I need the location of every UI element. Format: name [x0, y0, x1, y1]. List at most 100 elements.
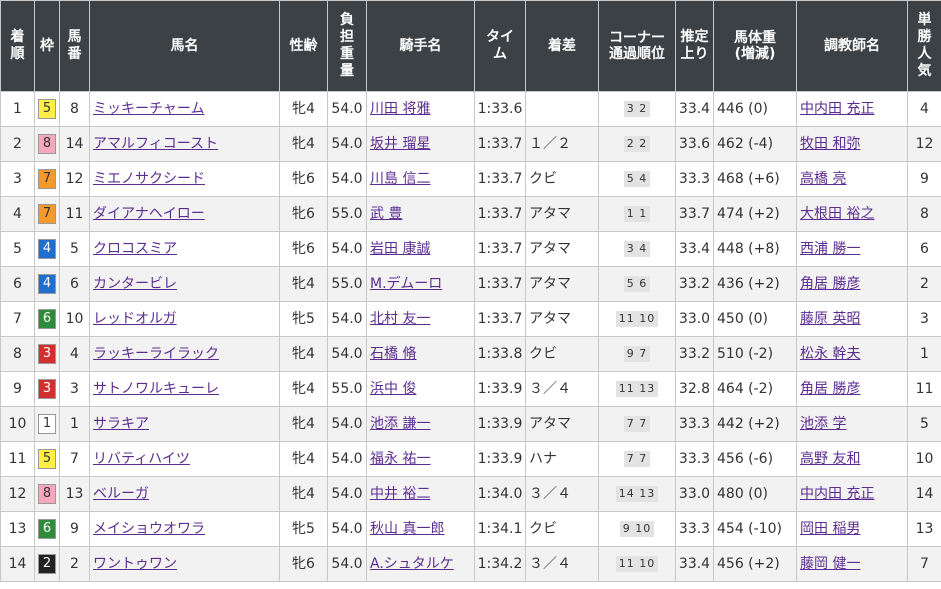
horse-name-link[interactable]: カンタービレ [93, 276, 177, 292]
waku-cell: 3 [34, 371, 60, 407]
trainer-name-link[interactable]: 角居 勝彦 [800, 381, 860, 397]
corner-positions: 9 10 [619, 521, 655, 537]
umaban-cell: 12 [59, 161, 90, 197]
corner-cell: 9 10 [598, 511, 676, 547]
jockey-name-link[interactable]: 武 豊 [370, 206, 402, 222]
waku-cell: 5 [34, 441, 60, 477]
popularity-cell: 11 [907, 371, 941, 407]
horse-name-link[interactable]: サラキア [93, 416, 149, 432]
popularity-cell: 1 [907, 336, 941, 372]
jockey-name-link[interactable]: 川島 信二 [370, 171, 430, 187]
horse-cell: アマルフィコースト [89, 126, 280, 162]
jockey-name-link[interactable]: 石橋 脩 [370, 346, 416, 362]
umaban-cell: 14 [59, 126, 90, 162]
corner-positions: 5 6 [623, 276, 651, 292]
horse-name-link[interactable]: メイショウオワラ [93, 521, 205, 537]
margin-cell: ３／４ [525, 371, 599, 407]
horse-name-link[interactable]: アマルフィコースト [93, 136, 218, 152]
rank-cell: 6 [0, 266, 35, 302]
rank-cell: 7 [0, 301, 35, 337]
header-corner: コーナー 通過順位 [598, 0, 676, 92]
trainer-name-link[interactable]: 高橋 亮 [800, 171, 846, 187]
corner-positions: 11 10 [615, 556, 659, 572]
waku-cell: 5 [34, 91, 60, 127]
waku-badge: 1 [38, 414, 56, 434]
body-weight-cell: 474 (+2) [713, 196, 797, 232]
time-cell: 1:33.7 [474, 126, 526, 162]
trainer-name-link[interactable]: 中内田 充正 [800, 486, 874, 502]
jockey-name-link[interactable]: 池添 謙一 [370, 416, 430, 432]
jockey-name-link[interactable]: 中井 裕二 [370, 486, 430, 502]
jockey-name-link[interactable]: 福永 祐一 [370, 451, 430, 467]
jockey-name-link[interactable]: 岩田 康誠 [370, 241, 430, 257]
jockey-name-link[interactable]: 浜中 俊 [370, 381, 416, 397]
umaban-cell: 1 [59, 406, 90, 442]
horse-cell: ベルーガ [89, 476, 280, 512]
horse-name-link[interactable]: クロコスミア [93, 241, 177, 257]
table-row: 12 8 13 ベルーガ 牝4 54.0 中井 裕二 1:34.0 ３／４ 14 13 33.0 48… [0, 476, 941, 512]
jockey-cell: 岩田 康誠 [366, 231, 475, 267]
margin-cell [525, 91, 599, 127]
horse-name-link[interactable]: ベルーガ [93, 486, 149, 502]
trainer-name-link[interactable]: 池添 学 [800, 416, 846, 432]
margin-cell: アタマ [525, 196, 599, 232]
header-horse: 馬名 [89, 0, 280, 92]
umaban-cell: 11 [59, 196, 90, 232]
weight-carried-cell: 54.0 [327, 336, 367, 372]
margin-cell: １／２ [525, 126, 599, 162]
time-cell: 1:33.7 [474, 301, 526, 337]
body-weight-cell: 450 (0) [713, 301, 797, 337]
waku-badge: 6 [38, 519, 56, 539]
trainer-name-link[interactable]: 高野 友和 [800, 451, 860, 467]
jockey-name-link[interactable]: 坂井 瑠星 [370, 136, 430, 152]
last3f-cell: 33.3 [675, 511, 714, 547]
horse-name-link[interactable]: ミエノサクシード [93, 171, 205, 187]
jockey-cell: 川島 信二 [366, 161, 475, 197]
horse-name-link[interactable]: サトノワルキューレ [93, 381, 219, 397]
table-row: 8 3 4 ラッキーライラック 牝4 54.0 石橋 脩 1:33.8 クビ 9 7 33.2 510… [0, 336, 941, 372]
trainer-name-link[interactable]: 中内田 充正 [800, 101, 874, 117]
header-row: 着順 枠 馬番 馬名 性齢 負担重量 騎手名 タイム 着差 コーナー 通過順位 推… [0, 0, 941, 92]
corner-positions: 1 1 [623, 206, 651, 222]
jockey-name-link[interactable]: M.デムーロ [370, 276, 442, 292]
trainer-cell: 中内田 充正 [796, 91, 908, 127]
horse-cell: ワントゥワン [89, 546, 280, 582]
trainer-name-link[interactable]: 岡田 稲男 [800, 521, 860, 537]
horse-name-link[interactable]: リバティハイツ [93, 451, 190, 467]
trainer-name-link[interactable]: 牧田 和弥 [800, 136, 860, 152]
trainer-name-link[interactable]: 西浦 勝一 [800, 241, 860, 257]
horse-name-link[interactable]: ワントゥワン [93, 556, 177, 572]
jockey-name-link[interactable]: 北村 友一 [370, 311, 430, 327]
trainer-name-link[interactable]: 藤原 英昭 [800, 311, 860, 327]
umaban-cell: 5 [59, 231, 90, 267]
trainer-name-link[interactable]: 藤岡 健一 [800, 556, 860, 572]
jockey-name-link[interactable]: 秋山 真一郎 [370, 521, 444, 537]
horse-name-link[interactable]: ダイアナヘイロー [93, 206, 205, 222]
body-weight-cell: 468 (+6) [713, 161, 797, 197]
header-sexage: 性齢 [279, 0, 328, 92]
horse-name-link[interactable]: ミッキーチャーム [93, 101, 204, 117]
weight-carried-cell: 55.0 [327, 266, 367, 302]
jockey-cell: 池添 謙一 [366, 406, 475, 442]
corner-cell: 11 10 [598, 301, 676, 337]
rank-cell: 5 [0, 231, 35, 267]
jockey-name-link[interactable]: A.シュタルケ [370, 556, 454, 572]
header-popularity: 単勝人気 [907, 0, 941, 92]
trainer-cell: 藤岡 健一 [796, 546, 908, 582]
table-row: 14 2 2 ワントゥワン 牝6 54.0 A.シュタルケ 1:34.2 ３／４ 11 10 33.… [0, 546, 941, 582]
jockey-name-link[interactable]: 川田 将雅 [370, 101, 430, 117]
trainer-name-link[interactable]: 松永 幹夫 [800, 346, 860, 362]
trainer-name-link[interactable]: 角居 勝彦 [800, 276, 860, 292]
rank-cell: 9 [0, 371, 35, 407]
time-cell: 1:33.9 [474, 371, 526, 407]
corner-cell: 2 2 [598, 126, 676, 162]
sexage-cell: 牝4 [279, 266, 328, 302]
horse-name-link[interactable]: ラッキーライラック [93, 346, 219, 362]
sexage-cell: 牝4 [279, 91, 328, 127]
corner-cell: 9 7 [598, 336, 676, 372]
time-cell: 1:33.7 [474, 231, 526, 267]
popularity-cell: 3 [907, 301, 941, 337]
trainer-name-link[interactable]: 大根田 裕之 [800, 206, 874, 222]
horse-name-link[interactable]: レッドオルガ [93, 311, 177, 327]
corner-cell: 3 4 [598, 231, 676, 267]
